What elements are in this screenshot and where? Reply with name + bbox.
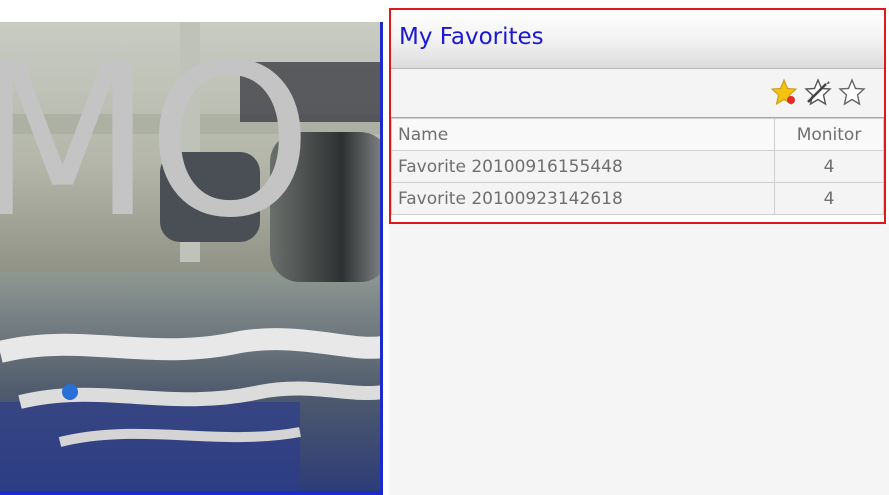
star-delete-icon xyxy=(838,78,866,106)
favorite-monitor-cell[interactable]: 4 xyxy=(774,150,884,183)
camera-view[interactable]: MO xyxy=(0,22,383,495)
table-row[interactable]: Favorite 20100916155448 4 xyxy=(391,150,884,183)
favorites-toolbar xyxy=(391,69,884,118)
table-header-row: Name Monitor xyxy=(391,118,884,151)
favorite-name-cell[interactable]: Favorite 20100923142618 xyxy=(391,182,775,215)
star-add-icon xyxy=(770,78,798,106)
star-edit-icon xyxy=(804,78,832,106)
camera-border-right xyxy=(380,22,383,495)
edit-favorite-button[interactable] xyxy=(803,77,833,107)
table-row[interactable]: Favorite 20100923142618 4 xyxy=(391,182,884,215)
add-favorite-button[interactable] xyxy=(769,77,799,107)
favorite-name-cell[interactable]: Favorite 20100916155448 xyxy=(391,150,775,183)
column-header-name[interactable]: Name xyxy=(391,118,775,151)
favorites-table: Name Monitor Favorite 20100916155448 4 F… xyxy=(391,118,884,215)
column-header-monitor[interactable]: Monitor xyxy=(774,118,884,151)
camera-overlay-text: MO xyxy=(0,22,312,264)
favorite-monitor-cell[interactable]: 4 xyxy=(774,182,884,215)
camera-border-bottom xyxy=(0,491,383,495)
favorites-header: My Favorites xyxy=(391,10,884,69)
favorites-title: My Favorites xyxy=(399,24,544,50)
favorites-panel: My Favorites Name Monitor Favorite 20100… xyxy=(389,8,886,224)
camera-cables xyxy=(0,328,383,447)
delete-favorite-button[interactable] xyxy=(837,77,867,107)
empty-content-area xyxy=(389,224,889,495)
